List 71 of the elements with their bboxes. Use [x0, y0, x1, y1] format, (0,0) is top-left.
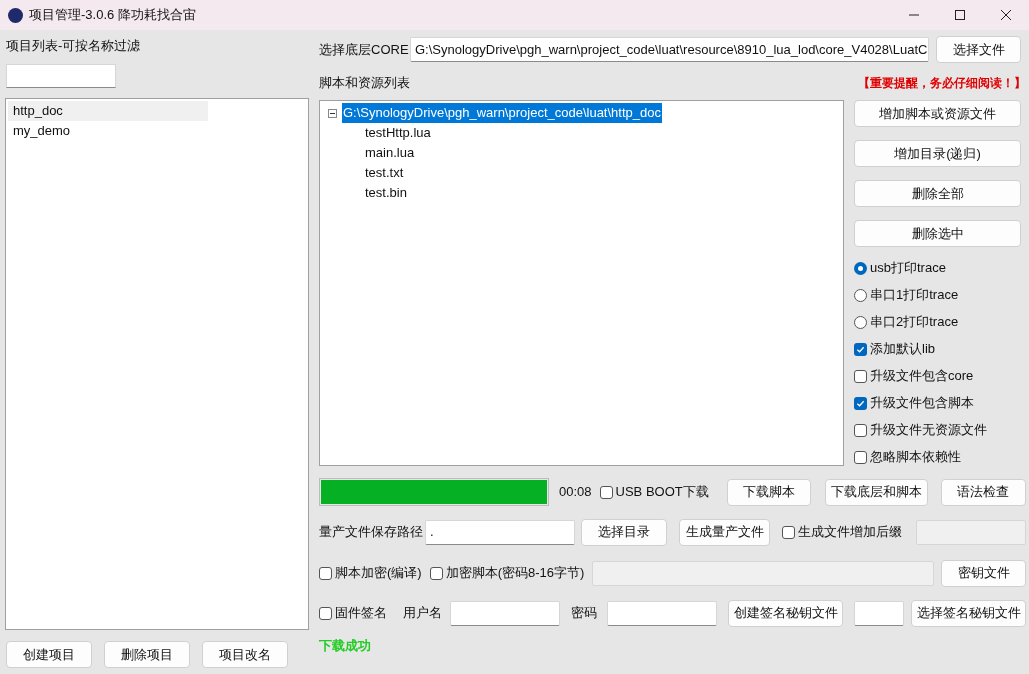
project-item[interactable]: http_doc	[8, 101, 208, 121]
project-item[interactable]: my_demo	[8, 121, 208, 141]
panel-label: 项目列表-可按名称过滤	[6, 37, 142, 52]
checkbox[interactable]	[782, 525, 795, 539]
input-field[interactable]: .	[425, 519, 575, 545]
checkbox[interactable]	[319, 606, 332, 620]
window-title: 项目管理-3.0.6 降功耗找合宙	[29, 6, 196, 25]
input-field[interactable]	[450, 600, 560, 626]
button[interactable]: 密钥文件	[941, 559, 1026, 587]
checkbox-option[interactable]: 脚本加密(编译)	[319, 563, 422, 583]
button[interactable]: 增加脚本或资源文件	[854, 100, 1021, 127]
checkbox-option[interactable]: 加密脚本(密码8-16字节)	[429, 563, 585, 583]
button[interactable]: 下载脚本	[726, 478, 811, 506]
checkbox-option[interactable]: USB BOOT下载	[599, 482, 709, 502]
checkbox[interactable]	[854, 396, 867, 410]
field-label: 量产文件保存路径	[319, 523, 424, 542]
radio-button[interactable]	[854, 261, 867, 275]
checkbox[interactable]	[854, 450, 867, 464]
button[interactable]: 删除全部	[854, 180, 1021, 207]
tree-item[interactable]: testHttp.lua	[364, 123, 432, 143]
close-icon[interactable]	[1001, 10, 1011, 20]
radio-option[interactable]: usb打印trace	[854, 260, 1021, 276]
checkbox-option[interactable]: 升级文件包含脚本	[854, 395, 1021, 411]
tree-item[interactable]: main.lua	[364, 143, 416, 163]
checkbox-option[interactable]: 固件签名	[319, 603, 387, 623]
checkbox[interactable]	[854, 369, 867, 383]
collapse-icon[interactable]	[328, 108, 337, 118]
tree-item[interactable]: G:\SynologyDrive\pgh_warn\project_code\luat\http_doc	[342, 103, 662, 123]
radio-button[interactable]	[854, 288, 867, 302]
filter-field[interactable]	[6, 64, 116, 88]
checkbox-option[interactable]: 添加默认lib	[854, 341, 1021, 357]
warning-text: 【重要提醒，务必仔细阅读！】	[858, 75, 1026, 92]
tree-item[interactable]: test.txt	[364, 163, 405, 183]
button[interactable]: 创建项目	[6, 641, 92, 668]
field-label: 选择底层CORE	[319, 40, 410, 59]
checkbox[interactable]	[319, 566, 332, 580]
input-field[interactable]	[854, 600, 904, 626]
section-label: 脚本和资源列表	[319, 74, 410, 93]
checkbox-option[interactable]: 生成文件增加后缀	[782, 522, 902, 542]
button[interactable]: 语法检查	[940, 478, 1026, 506]
button[interactable]: 选择目录	[581, 518, 667, 546]
button[interactable]: 下载底层和脚本	[824, 478, 928, 506]
app-logo-icon	[8, 7, 23, 23]
field-label: 用户名	[403, 604, 442, 623]
checkbox-option[interactable]: 升级文件包含core	[854, 368, 1021, 384]
radio-button[interactable]	[854, 315, 867, 329]
button[interactable]: 项目改名	[202, 641, 288, 668]
checkbox-option[interactable]: 忽略脚本依赖性	[854, 449, 1021, 465]
field-label: 密码	[571, 604, 597, 623]
checkmark-icon	[856, 344, 865, 354]
button[interactable]: 选择签名秘钥文件	[911, 599, 1026, 627]
button[interactable]: 删除选中	[854, 220, 1021, 247]
radio-option[interactable]: 串口2打印trace	[854, 314, 1021, 330]
tree-item[interactable]: test.bin	[364, 183, 408, 203]
maximize-icon[interactable]	[955, 10, 965, 20]
checkbox[interactable]	[854, 423, 867, 437]
checkbox[interactable]	[599, 485, 613, 499]
button[interactable]: 创建签名秘钥文件	[728, 599, 843, 627]
checkmark-icon	[856, 398, 865, 408]
input-field[interactable]	[607, 600, 717, 626]
checkbox[interactable]	[854, 342, 867, 356]
button[interactable]: 选择文件	[936, 36, 1021, 63]
input-field[interactable]: G:\SynologyDrive\pgh_warn\project_code\luat\resource\8910_lua_lod\core_V4028\LuatC	[410, 37, 929, 62]
elapsed-time: 00:08	[559, 483, 592, 502]
button[interactable]: 增加目录(递归)	[854, 140, 1021, 167]
checkbox[interactable]	[429, 566, 443, 580]
button[interactable]: 删除项目	[104, 641, 190, 668]
radio-option[interactable]: 串口1打印trace	[854, 287, 1021, 303]
button[interactable]: 生成量产文件	[679, 518, 770, 546]
status-message: 下载成功	[319, 637, 371, 655]
checkbox-option[interactable]: 升级文件无资源文件	[854, 422, 1021, 438]
